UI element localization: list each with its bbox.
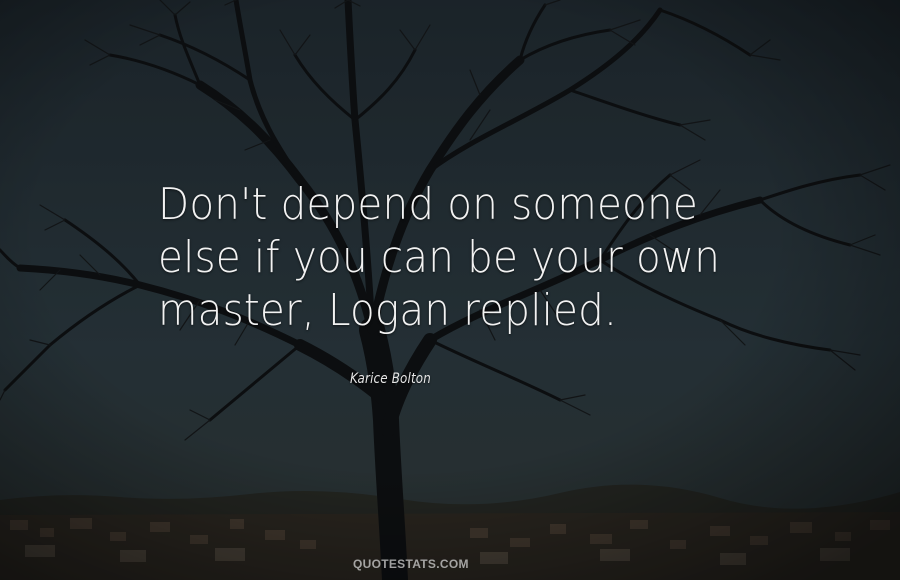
quote-text: Don't depend on someone else if you can … (158, 178, 798, 337)
quote-author: Karice Bolton (350, 371, 431, 387)
watermark: QUOTESTATS.COM (353, 557, 469, 571)
quote-line-3: master, Logan replied. (158, 285, 618, 336)
quote-line-1: Don't depend on someone (158, 179, 698, 230)
quote-line-2: else if you can be your own (158, 232, 721, 283)
quote-image: Don't depend on someone else if you can … (0, 0, 900, 580)
